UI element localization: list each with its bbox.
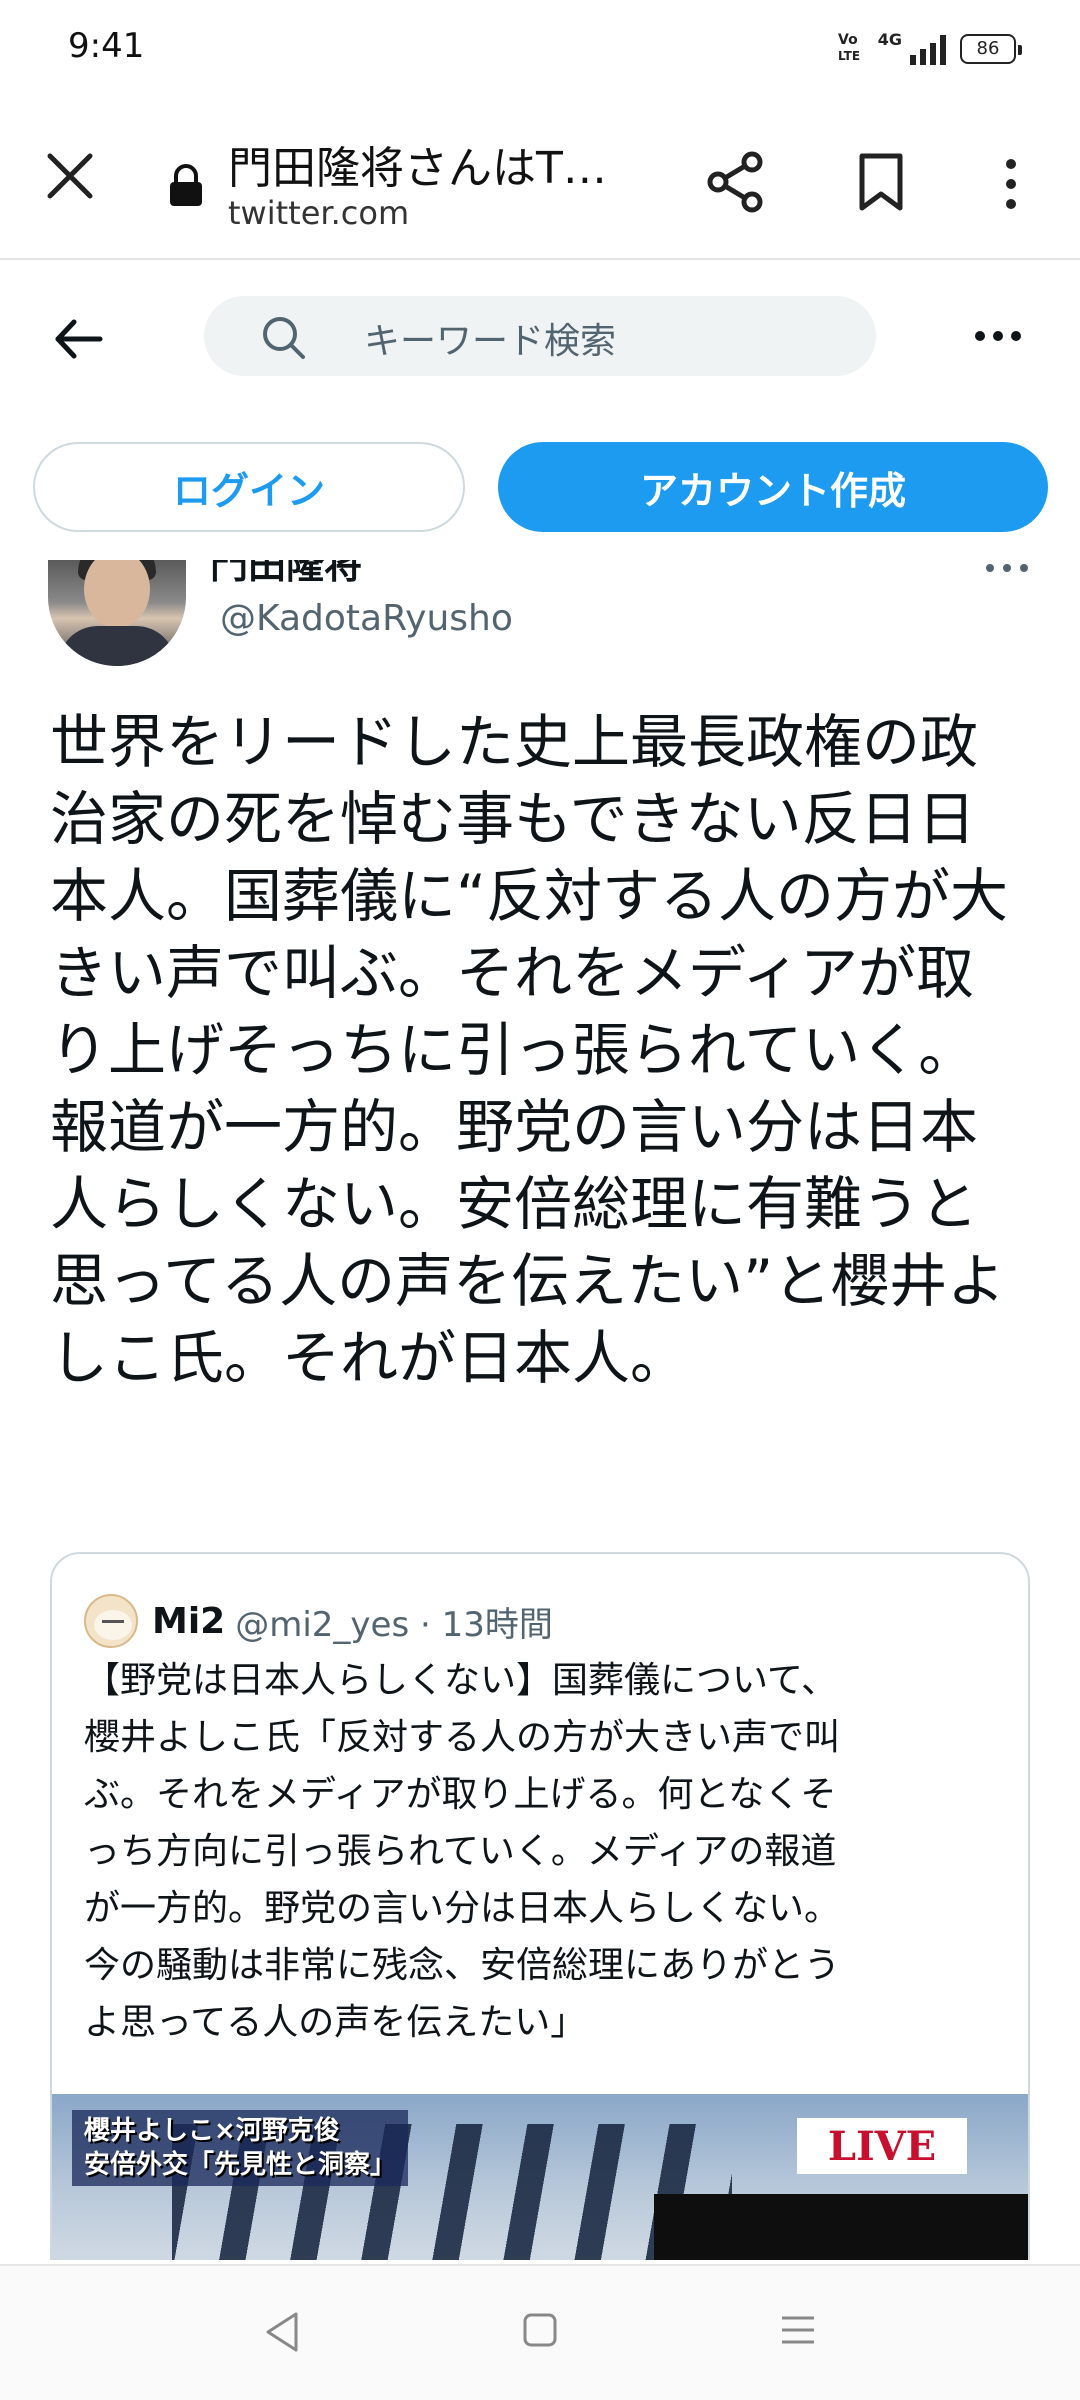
close-icon [47,153,93,199]
battery-icon: 86 [960,33,1022,64]
signal-icon [910,33,946,65]
nav-back-button[interactable] [262,2310,302,2354]
quote-media-image[interactable]: 櫻井よしこ×河野克俊 安倍外交「先見性と洞察」 LIVE [52,2094,1028,2260]
svg-text:LTE: LTE [838,49,860,63]
nav-home-icon [523,2313,557,2347]
back-button[interactable] [52,312,106,366]
battery-level: 86 [976,38,1000,59]
more-horizontal-icon [975,331,1021,341]
nav-recents-icon [782,2316,814,2344]
media-caption-line: 安倍外交「先見性と洞察」 [84,2150,397,2180]
svg-text:Vo: Vo [838,32,858,48]
quote-handle-time: @mi2_yes · 13時間 [235,1604,553,1645]
nav-recents-button[interactable] [778,2310,818,2350]
browser-menu-button[interactable] [996,154,1026,214]
more-button[interactable] [972,316,1024,356]
quote-text: 【野党は日本人らしくない】国葬儀について、 櫻井よしこ氏「反対する人の方が大きい… [84,1660,841,2043]
quote-tweet[interactable]: Mi2 @mi2_yes · 13時間 【野党は日本人らしくない】国葬儀について… [50,1552,1030,2260]
volte-icon: Vo LTE [838,32,860,63]
media-caption-line: 櫻井よしこ×河野克俊 [84,2116,340,2146]
author-name[interactable]: 門田隆将 [210,560,362,589]
search-placeholder: キーワード検索 [364,321,617,362]
create-account-button[interactable]: アカウント作成 [498,442,1048,532]
quote-author-name: Mi2 [152,1600,226,1642]
share-icon [707,151,763,213]
bookmark-button[interactable] [856,152,906,212]
bookmark-icon [859,153,903,211]
tweet-more-button[interactable] [984,560,1030,576]
tweet-text: 世界をリードした史上最長政権の政治家の死を悼む事もできない反日日本人。国葬儀に“… [50,708,1009,1392]
author-handle[interactable]: @KadotaRyusho [220,598,513,639]
live-badge: LIVE [797,2118,967,2174]
status-icons: Vo LTE 4G 86 [838,30,1022,67]
search-icon [260,314,306,360]
more-vertical-icon [1006,159,1016,209]
network-type: 4G [877,30,902,49]
status-bar: 9:41 Vo LTE 4G 86 [0,0,1080,96]
nav-back-icon [266,2312,298,2352]
media-caption: 櫻井よしこ×河野克俊 安倍外交「先見性と洞察」 [72,2110,409,2186]
page-title[interactable]: 門田隆将さんはT… [228,132,607,196]
twitter-header: キーワード検索 [0,290,1080,390]
tweet: 門田隆将 @KadotaRyusho 世界をリードした史上最長政権の政治家の死を… [0,560,1080,2260]
lock-icon [166,164,206,208]
back-arrow-icon [55,319,103,359]
quote-avatar [84,1594,138,1648]
page-url[interactable]: twitter.com [228,194,409,232]
browser-toolbar: 門田隆将さんはT… twitter.com [0,110,1080,260]
tweet-author-row: 門田隆将 @KadotaRyusho [0,560,1080,680]
more-horizontal-icon [986,564,1028,572]
avatar[interactable] [48,560,186,666]
share-button[interactable] [706,150,766,214]
search-input[interactable]: キーワード検索 [204,296,876,376]
quote-header: Mi2 @mi2_yes · 13時間 [84,1594,553,1648]
close-button[interactable] [40,146,100,206]
login-button[interactable]: ログイン [33,442,465,532]
volte-indicator: Vo LTE [838,30,864,67]
system-nav-bar [0,2264,1080,2400]
nav-home-button[interactable] [520,2310,560,2350]
status-time: 9:41 [68,26,145,66]
